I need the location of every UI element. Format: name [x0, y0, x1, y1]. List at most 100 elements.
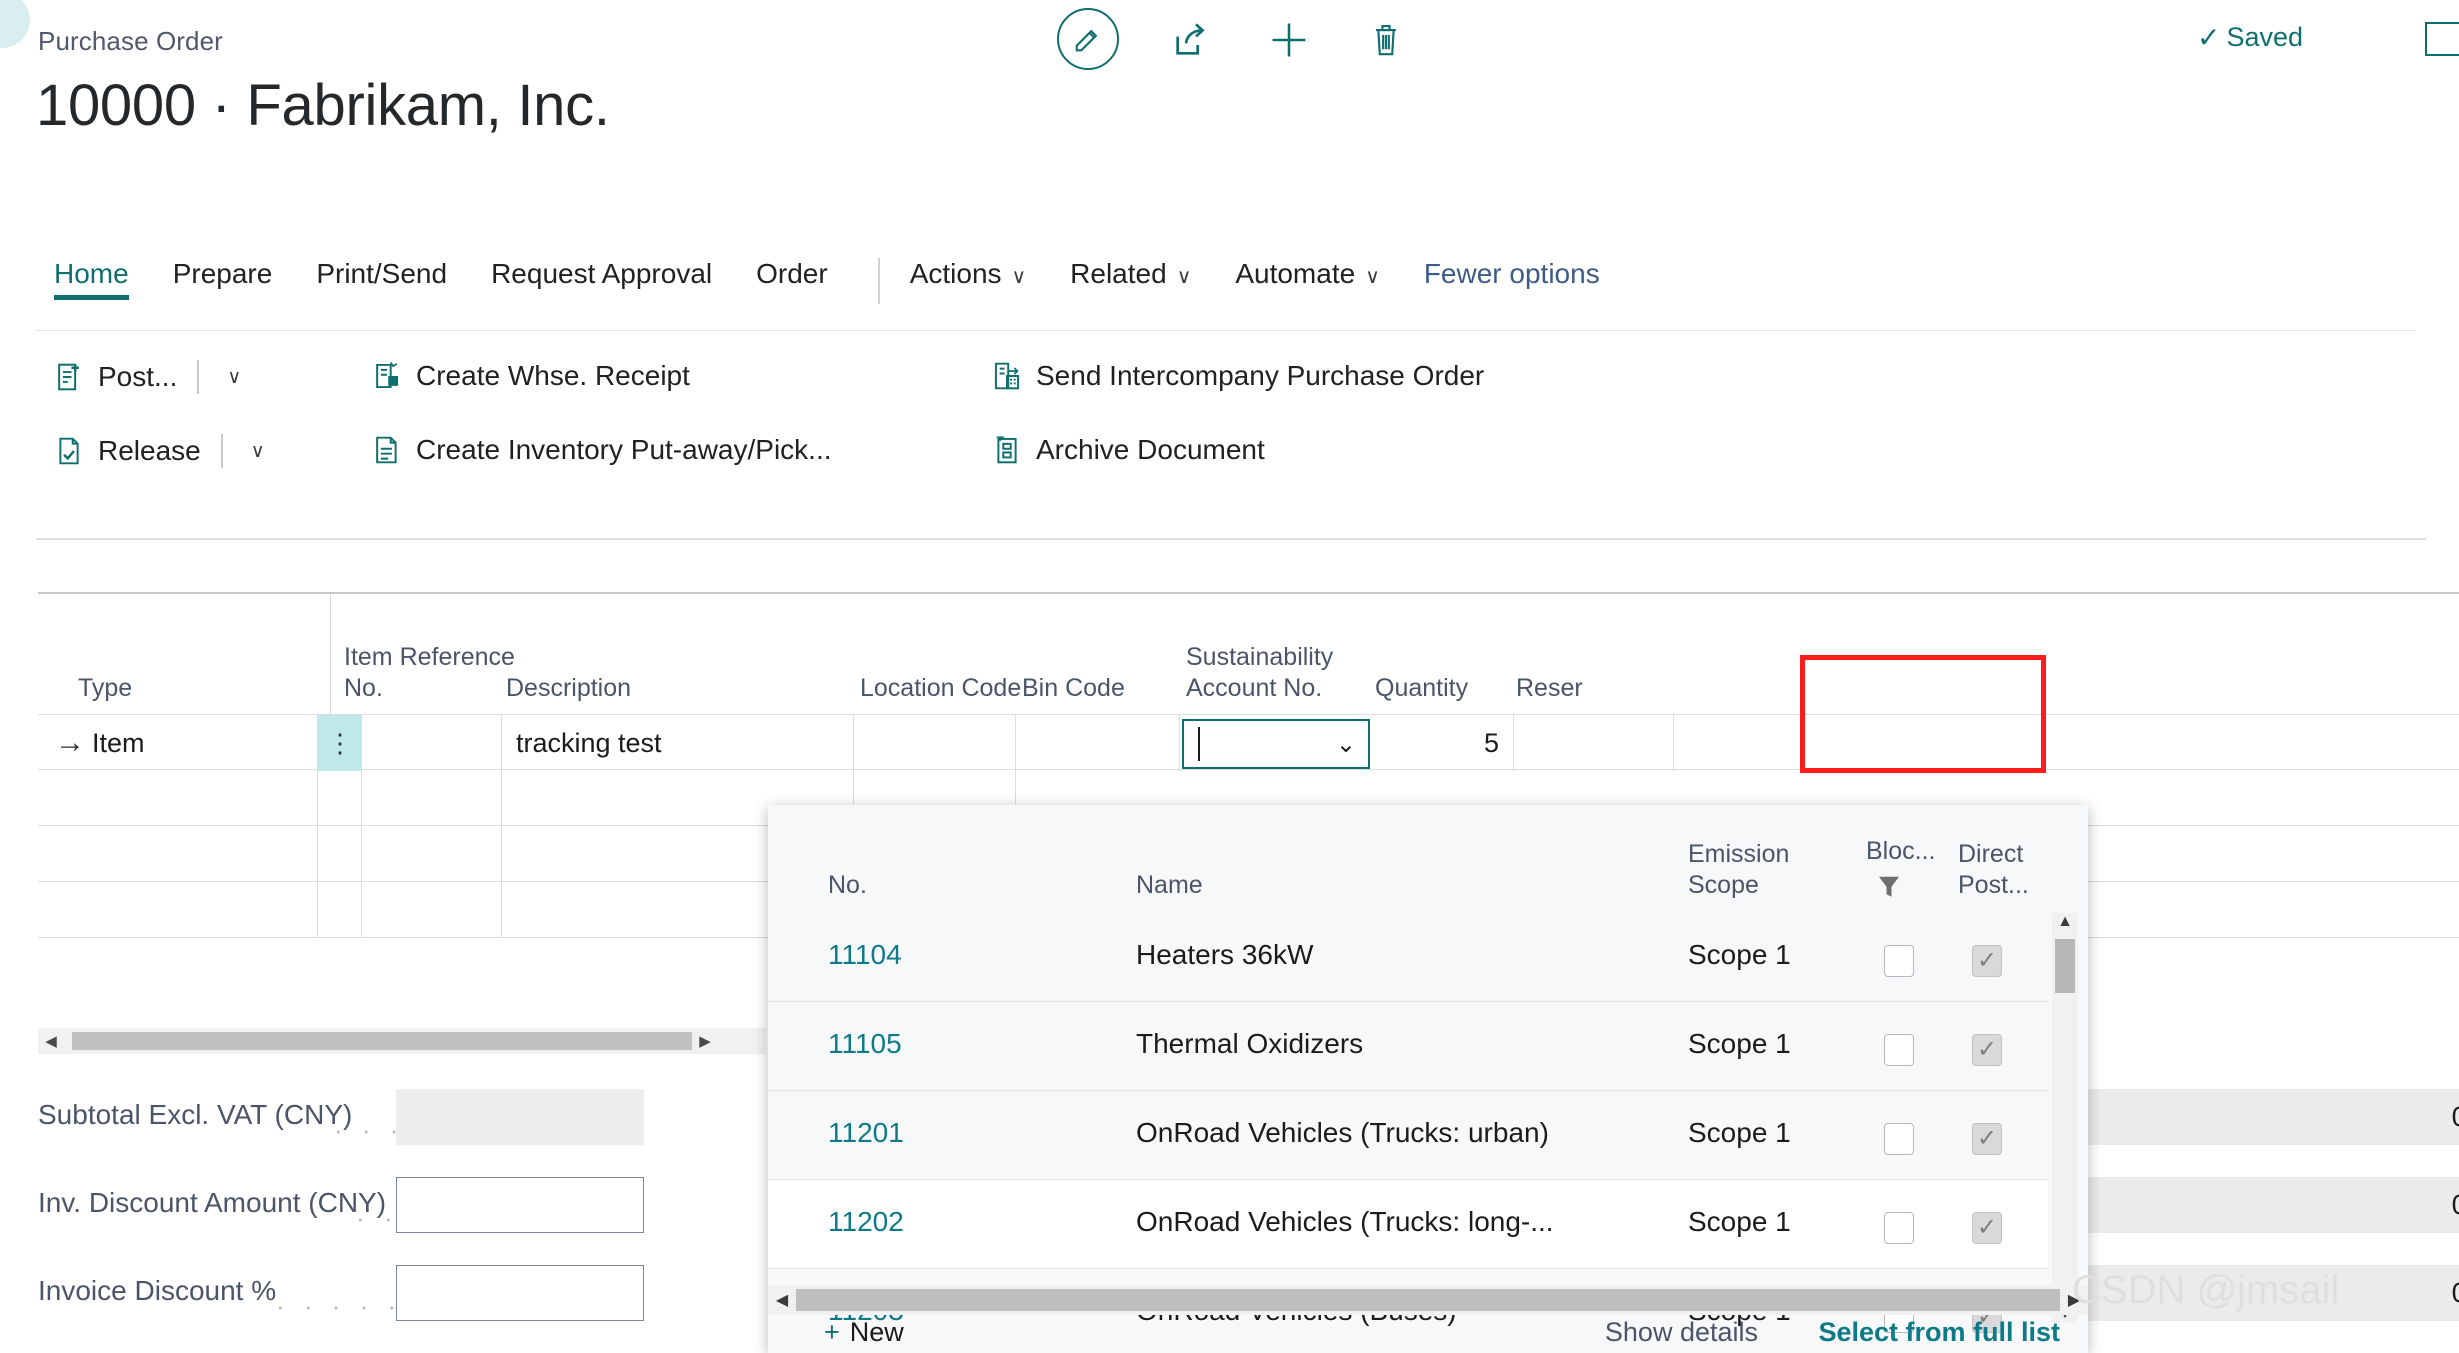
- lookup-new-button[interactable]: + New: [824, 1317, 904, 1348]
- lookup-show-details-link[interactable]: Show details: [1605, 1317, 1758, 1348]
- grid-horizontal-scrollbar[interactable]: ◀ ▶: [38, 1028, 766, 1054]
- cell-row-actions[interactable]: [318, 770, 362, 826]
- lookup-row-direct-posting-checkbox[interactable]: ✓: [1972, 945, 2002, 977]
- scroll-right-icon[interactable]: ▶: [692, 1032, 718, 1050]
- cell-item-reference-no[interactable]: [362, 882, 502, 938]
- list-item[interactable]: 11105 Thermal Oxidizers Scope 1 ✓: [768, 1002, 2048, 1091]
- archive-document-button[interactable]: Archive Document: [992, 434, 1265, 466]
- cell-row-actions[interactable]: [318, 882, 362, 938]
- lookup-row-no[interactable]: 11105: [828, 1028, 902, 1060]
- tab-print-send[interactable]: Print/Send: [316, 258, 447, 300]
- lookup-column-header-emission-scope[interactable]: Emission Scope: [1688, 839, 1789, 902]
- edit-pencil-icon[interactable]: [1057, 8, 1119, 70]
- menu-automate[interactable]: Automate ∨: [1235, 258, 1380, 300]
- cell-type[interactable]: [78, 770, 318, 826]
- cell-item-reference-no[interactable]: [362, 770, 502, 826]
- cell-item-reference-no[interactable]: [362, 715, 502, 771]
- cell-item-reference-no[interactable]: [362, 826, 502, 882]
- inv-discount-amount-input[interactable]: [396, 1177, 644, 1233]
- plus-icon[interactable]: [1265, 16, 1313, 64]
- invoice-discount-percent-input[interactable]: [396, 1265, 644, 1321]
- share-icon[interactable]: [1167, 16, 1215, 64]
- scroll-left-icon[interactable]: ◀: [38, 1032, 64, 1050]
- cell-quantity[interactable]: 5: [1378, 715, 1514, 771]
- sustainability-account-no-input[interactable]: ⌄: [1182, 719, 1370, 769]
- tab-home[interactable]: Home: [54, 258, 129, 300]
- lookup-vertical-scrollbar[interactable]: ▲ ▼: [2052, 913, 2078, 1323]
- column-header-sustainability-account-no[interactable]: Sustainability Account No.: [1186, 642, 1333, 705]
- fewer-options-link[interactable]: Fewer options: [1424, 258, 1600, 300]
- list-item[interactable]: 11104 Heaters 36kW Scope 1 ✓: [768, 913, 2048, 1002]
- lookup-row-no[interactable]: 11202: [828, 1206, 904, 1238]
- highlight-mask: [1805, 660, 2041, 708]
- lookup-row-name: Heaters 36kW: [1136, 939, 1314, 970]
- column-header-sustainability-line2: Account No.: [1186, 673, 1323, 702]
- lookup-column-header-direct-posting[interactable]: Direct Post...: [1958, 839, 2029, 902]
- list-item[interactable]: 11202 OnRoad Vehicles (Trucks: long-... …: [768, 1180, 2048, 1269]
- column-header-item-reference-no[interactable]: Item Reference No.: [344, 642, 515, 705]
- column-header-item-reference-line2: No.: [344, 673, 383, 702]
- open-in-new-window-icon[interactable]: [2425, 22, 2459, 56]
- lookup-row-emission-scope: Scope 1: [1688, 1117, 1791, 1148]
- release-button[interactable]: Release ∨: [54, 434, 265, 468]
- row-actions-icon[interactable]: ⋮: [318, 715, 362, 771]
- table-row[interactable]: → Item ⋮ tracking test ⌄ 5: [38, 714, 2459, 771]
- release-label: Release: [98, 435, 201, 466]
- lookup-row-blocked-checkbox[interactable]: [1884, 1123, 1914, 1155]
- lookup-column-header-no[interactable]: No.: [828, 870, 867, 901]
- scrollbar-thumb[interactable]: [2055, 939, 2075, 993]
- column-header-quantity[interactable]: Quantity: [1375, 673, 1468, 704]
- lookup-row-emission-scope: Scope 1: [1688, 1028, 1791, 1059]
- create-whse-receipt-button[interactable]: Create Whse. Receipt: [372, 360, 690, 392]
- menu-actions[interactable]: Actions ∨: [910, 258, 1026, 300]
- release-document-icon: [54, 435, 84, 467]
- filter-icon[interactable]: [1876, 873, 1902, 903]
- lookup-column-header-name[interactable]: Name: [1136, 870, 1203, 901]
- send-intercompany-purchase-order-button[interactable]: Send Intercompany Purchase Order: [992, 360, 1484, 392]
- lookup-column-header-blocked[interactable]: Bloc...: [1866, 836, 1935, 867]
- column-header-reserved-quantity[interactable]: Reser: [1516, 673, 1583, 704]
- lookup-row-blocked-checkbox[interactable]: [1884, 945, 1914, 977]
- lookup-row-direct-posting-checkbox[interactable]: ✓: [1972, 1212, 2002, 1244]
- page-tab-strip: Home Prepare Print/Send Request Approval…: [0, 258, 2459, 320]
- lookup-row-blocked-checkbox[interactable]: [1884, 1212, 1914, 1244]
- cell-reserved-quantity[interactable]: [1514, 715, 1674, 771]
- chevron-down-icon[interactable]: ⌄: [1336, 730, 1356, 759]
- tab-request-approval[interactable]: Request Approval: [491, 258, 712, 300]
- tab-order[interactable]: Order: [756, 258, 828, 300]
- lookup-row-direct-posting-checkbox[interactable]: ✓: [1972, 1034, 2002, 1066]
- lookup-row-emission-scope: Scope 1: [1688, 1206, 1791, 1237]
- list-item[interactable]: 11201 OnRoad Vehicles (Trucks: urban) Sc…: [768, 1091, 2048, 1180]
- post-button[interactable]: Post... ∨: [54, 360, 241, 394]
- chevron-down-icon[interactable]: ∨: [227, 366, 241, 389]
- cell-type[interactable]: [78, 882, 318, 938]
- create-inventory-putaway-button[interactable]: Create Inventory Put-away/Pick...: [372, 434, 832, 466]
- lookup-row-no[interactable]: 11104: [828, 939, 902, 971]
- lookup-select-from-full-list-link[interactable]: Select from full list: [1818, 1317, 2060, 1348]
- lookup-horizontal-scrollbar[interactable]: ◀ ▶: [768, 1285, 2088, 1315]
- menu-related[interactable]: Related ∨: [1070, 258, 1191, 300]
- lookup-row-no[interactable]: 11201: [828, 1117, 904, 1149]
- lookup-row-blocked-checkbox[interactable]: [1884, 1034, 1914, 1066]
- scrollbar-thumb[interactable]: [796, 1289, 2060, 1311]
- column-header-type[interactable]: Type: [78, 673, 132, 704]
- cell-bin-code[interactable]: [1016, 715, 1180, 771]
- cell-type[interactable]: [78, 826, 318, 882]
- scroll-up-icon[interactable]: ▲: [2052, 913, 2078, 931]
- lookup-row-direct-posting-checkbox[interactable]: ✓: [1972, 1123, 2002, 1155]
- post-label: Post...: [98, 361, 178, 392]
- cell-description[interactable]: tracking test: [502, 715, 854, 771]
- cell-type[interactable]: Item: [78, 715, 318, 771]
- column-header-location-code[interactable]: Location Code: [860, 673, 1021, 704]
- tab-prepare[interactable]: Prepare: [173, 258, 273, 300]
- chevron-down-icon[interactable]: ∨: [251, 440, 265, 463]
- scrollbar-thumb[interactable]: [72, 1032, 692, 1050]
- leader-dots: · ·: [356, 1203, 399, 1233]
- trash-icon[interactable]: [1362, 16, 1410, 64]
- cell-row-actions[interactable]: [318, 826, 362, 882]
- cell-location-code[interactable]: [854, 715, 1016, 771]
- scroll-left-icon[interactable]: ◀: [768, 1290, 796, 1310]
- column-header-description[interactable]: Description: [506, 673, 631, 704]
- lookup-row-name: OnRoad Vehicles (Trucks: long-...: [1136, 1206, 1554, 1237]
- column-header-bin-code[interactable]: Bin Code: [1022, 673, 1125, 704]
